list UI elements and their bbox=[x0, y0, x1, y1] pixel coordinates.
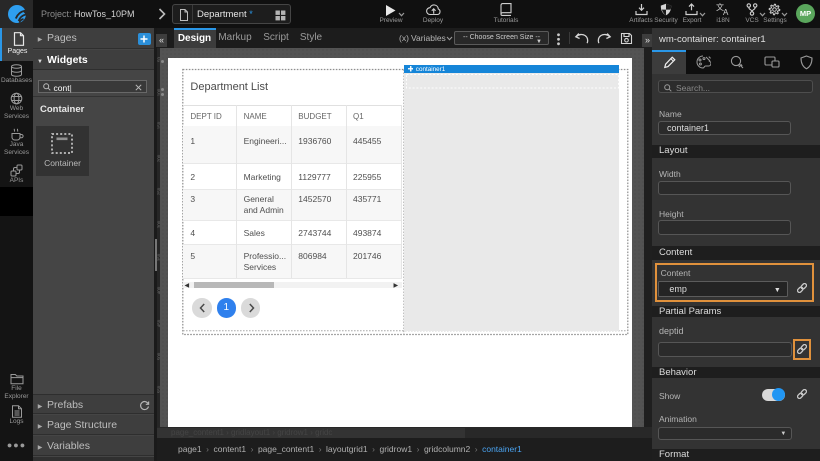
svg-text:(x): (x) bbox=[399, 33, 409, 43]
svg-text:A: A bbox=[723, 8, 729, 16]
